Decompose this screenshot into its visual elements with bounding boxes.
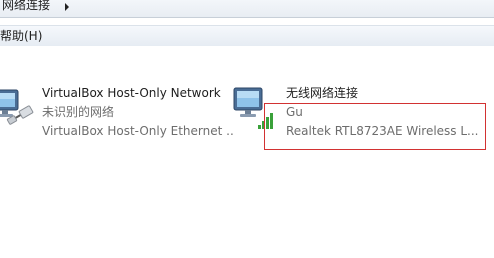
connection-status: 未识别的网络 (42, 105, 115, 119)
connection-item-virtualbox[interactable]: VirtualBox Host-Only Network 未识别的网络 Virt… (0, 84, 235, 144)
address-bar: 网络连接 (0, 0, 494, 18)
breadcrumb-chevron-icon[interactable] (62, 1, 72, 13)
connection-status: Gu (286, 105, 303, 119)
network-connections-window: 网络连接 帮助(H) VirtualBox Host-Only Network … (0, 0, 494, 258)
connection-item-wireless[interactable]: 无线网络连接 Gu Realtek RTL8723AE Wireless L..… (232, 84, 487, 144)
connection-device: VirtualBox Host-Only Ethernet ... (42, 124, 235, 138)
connection-device: Realtek RTL8723AE Wireless L... (286, 124, 479, 138)
signal-strength-icon (258, 113, 273, 129)
connection-name: 无线网络连接 (286, 86, 359, 100)
breadcrumb-network-connections[interactable]: 网络连接 (2, 0, 50, 13)
connection-details: 无线网络连接 Gu Realtek RTL8723AE Wireless L..… (286, 84, 487, 141)
wireless-adapter-icon (232, 86, 276, 130)
network-adapter-icon (0, 86, 34, 130)
connection-details: VirtualBox Host-Only Network 未识别的网络 Virt… (42, 84, 235, 141)
menu-help[interactable]: 帮助(H) (0, 26, 45, 46)
menu-bar: 帮助(H) (0, 25, 494, 47)
connections-list: VirtualBox Host-Only Network 未识别的网络 Virt… (0, 46, 494, 258)
connection-name: VirtualBox Host-Only Network (42, 86, 221, 100)
